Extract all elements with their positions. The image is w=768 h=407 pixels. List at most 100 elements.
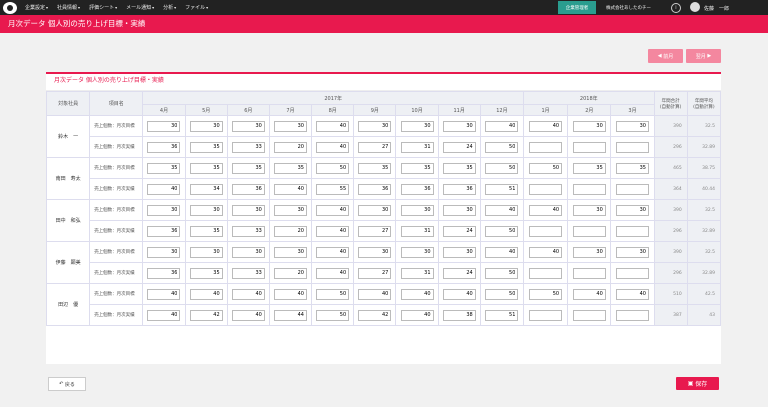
menu-mail-notification[interactable]: メール通知▾ — [126, 4, 154, 11]
month-value-input[interactable] — [400, 183, 434, 195]
month-value-input[interactable] — [400, 120, 434, 132]
month-value-input[interactable] — [485, 267, 519, 279]
month-value-input[interactable] — [189, 225, 223, 237]
month-value-input[interactable] — [316, 288, 350, 300]
month-value-input[interactable] — [442, 183, 476, 195]
month-value-input[interactable] — [316, 246, 350, 258]
month-value-input[interactable] — [147, 141, 181, 153]
month-value-input[interactable] — [189, 309, 223, 321]
month-value-input[interactable] — [274, 225, 307, 237]
month-value-input[interactable] — [316, 141, 350, 153]
month-value-input[interactable] — [485, 183, 519, 195]
month-value-input[interactable] — [358, 183, 392, 195]
month-value-input[interactable] — [485, 120, 519, 132]
month-value-input[interactable] — [231, 309, 265, 321]
month-value-input[interactable] — [615, 162, 649, 174]
company-name[interactable]: 株式会社あしたのチー — [606, 5, 651, 11]
month-value-input[interactable] — [572, 288, 606, 300]
month-value-input[interactable] — [572, 267, 606, 279]
month-value-input[interactable] — [231, 288, 265, 300]
month-value-input[interactable] — [316, 267, 350, 279]
month-value-input[interactable] — [358, 141, 392, 153]
month-value-input[interactable] — [400, 225, 434, 237]
month-value-input[interactable] — [274, 267, 307, 279]
month-value-input[interactable] — [442, 288, 476, 300]
menu-evaluation-sheet[interactable]: 評価シート▾ — [89, 4, 117, 11]
month-value-input[interactable] — [442, 225, 476, 237]
month-value-input[interactable] — [442, 309, 476, 321]
month-value-input[interactable] — [147, 162, 181, 174]
month-value-input[interactable] — [274, 183, 307, 195]
user-name[interactable]: 佐藤 一郎 — [704, 5, 729, 12]
month-value-input[interactable] — [358, 246, 392, 258]
month-value-input[interactable] — [358, 225, 392, 237]
month-value-input[interactable] — [147, 309, 181, 321]
month-value-input[interactable] — [400, 204, 434, 216]
menu-analysis[interactable]: 分析▾ — [163, 4, 176, 11]
month-value-input[interactable] — [147, 246, 181, 258]
app-logo-icon[interactable] — [3, 1, 17, 14]
month-value-input[interactable] — [316, 183, 350, 195]
month-value-input[interactable] — [231, 225, 265, 237]
month-value-input[interactable] — [442, 120, 476, 132]
month-value-input[interactable] — [147, 120, 181, 132]
month-value-input[interactable] — [400, 267, 434, 279]
month-value-input[interactable] — [400, 309, 434, 321]
month-value-input[interactable] — [189, 267, 223, 279]
month-value-input[interactable] — [400, 288, 434, 300]
next-month-button[interactable]: 翌月 ▶ — [686, 49, 721, 63]
month-value-input[interactable] — [485, 288, 519, 300]
month-value-input[interactable] — [529, 309, 563, 321]
month-value-input[interactable] — [442, 204, 476, 216]
month-value-input[interactable] — [572, 162, 606, 174]
month-value-input[interactable] — [529, 141, 563, 153]
month-value-input[interactable] — [485, 141, 519, 153]
month-value-input[interactable] — [147, 288, 181, 300]
month-value-input[interactable] — [615, 288, 649, 300]
month-value-input[interactable] — [358, 120, 392, 132]
month-value-input[interactable] — [485, 225, 519, 237]
month-value-input[interactable] — [615, 204, 649, 216]
month-value-input[interactable] — [358, 288, 392, 300]
month-value-input[interactable] — [615, 267, 649, 279]
month-value-input[interactable] — [442, 267, 476, 279]
month-value-input[interactable] — [274, 162, 307, 174]
save-button[interactable]: ▣ 保存 — [676, 377, 719, 390]
month-value-input[interactable] — [615, 225, 649, 237]
month-value-input[interactable] — [615, 246, 649, 258]
month-value-input[interactable] — [529, 288, 563, 300]
prev-month-button[interactable]: ◀ 前月 — [648, 49, 683, 63]
month-value-input[interactable] — [231, 246, 265, 258]
month-value-input[interactable] — [572, 225, 606, 237]
month-value-input[interactable] — [316, 162, 350, 174]
month-value-input[interactable] — [529, 120, 563, 132]
month-value-input[interactable] — [572, 309, 606, 321]
month-value-input[interactable] — [442, 141, 476, 153]
month-value-input[interactable] — [231, 141, 265, 153]
month-value-input[interactable] — [147, 183, 181, 195]
month-value-input[interactable] — [615, 120, 649, 132]
month-value-input[interactable] — [485, 204, 519, 216]
month-value-input[interactable] — [572, 204, 606, 216]
user-avatar-icon[interactable] — [690, 2, 700, 12]
month-value-input[interactable] — [358, 309, 392, 321]
month-value-input[interactable] — [231, 162, 265, 174]
menu-employee-info[interactable]: 社員情報▾ — [57, 4, 80, 11]
month-value-input[interactable] — [529, 183, 563, 195]
month-value-input[interactable] — [231, 183, 265, 195]
month-value-input[interactable] — [274, 309, 307, 321]
month-value-input[interactable] — [316, 225, 350, 237]
month-value-input[interactable] — [529, 267, 563, 279]
month-value-input[interactable] — [485, 246, 519, 258]
month-value-input[interactable] — [189, 120, 223, 132]
month-value-input[interactable] — [442, 162, 476, 174]
month-value-input[interactable] — [147, 204, 181, 216]
month-value-input[interactable] — [615, 141, 649, 153]
admin-button[interactable]: 企業管理者 — [558, 1, 596, 14]
month-value-input[interactable] — [572, 246, 606, 258]
month-value-input[interactable] — [358, 204, 392, 216]
month-value-input[interactable] — [189, 246, 223, 258]
month-value-input[interactable] — [358, 267, 392, 279]
month-value-input[interactable] — [529, 246, 563, 258]
month-value-input[interactable] — [615, 309, 649, 321]
